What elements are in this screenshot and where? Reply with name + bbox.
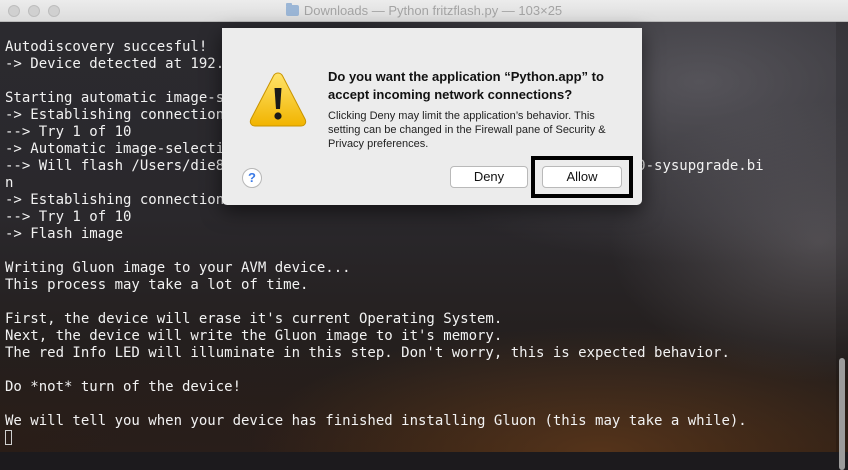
dialog-title: Do you want the application “Python.app”… bbox=[328, 69, 604, 102]
window-titlebar: Downloads — Python fritzflash.py — 103×2… bbox=[0, 0, 848, 22]
terminal-line: The red Info LED will illuminate in this… bbox=[5, 345, 730, 361]
terminal-scrollbar[interactable] bbox=[836, 22, 848, 470]
help-button[interactable]: ? bbox=[242, 168, 262, 188]
terminal-line: We will tell you when your device has fi… bbox=[5, 413, 747, 429]
terminal-line: --> Try 1 of 10 bbox=[5, 209, 132, 225]
dialog-message: Clicking Deny may limit the application’… bbox=[328, 110, 606, 150]
scrollbar-thumb[interactable] bbox=[839, 358, 845, 470]
caution-icon bbox=[249, 72, 307, 127]
terminal-line bbox=[5, 430, 835, 447]
folder-icon bbox=[285, 3, 299, 16]
window-title-area: Downloads — Python fritzflash.py — 103×2… bbox=[0, 3, 848, 18]
terminal-line: First, the device will erase it's curren… bbox=[5, 311, 503, 327]
terminal-line: Next, the device will write the Gluon im… bbox=[5, 328, 503, 344]
terminal-line: -> Flash image bbox=[5, 226, 124, 242]
terminal-line: Do *not* turn of the device! bbox=[5, 379, 242, 395]
terminal-cursor bbox=[5, 430, 12, 445]
allow-button-highlight bbox=[531, 156, 633, 198]
terminal-line: This process may take a lot of time. bbox=[5, 277, 309, 293]
window-title: Downloads — Python fritzflash.py — 103×2… bbox=[303, 3, 563, 18]
deny-button[interactable]: Deny bbox=[450, 166, 528, 188]
terminal-line: Writing Gluon image to your AVM device..… bbox=[5, 260, 351, 276]
